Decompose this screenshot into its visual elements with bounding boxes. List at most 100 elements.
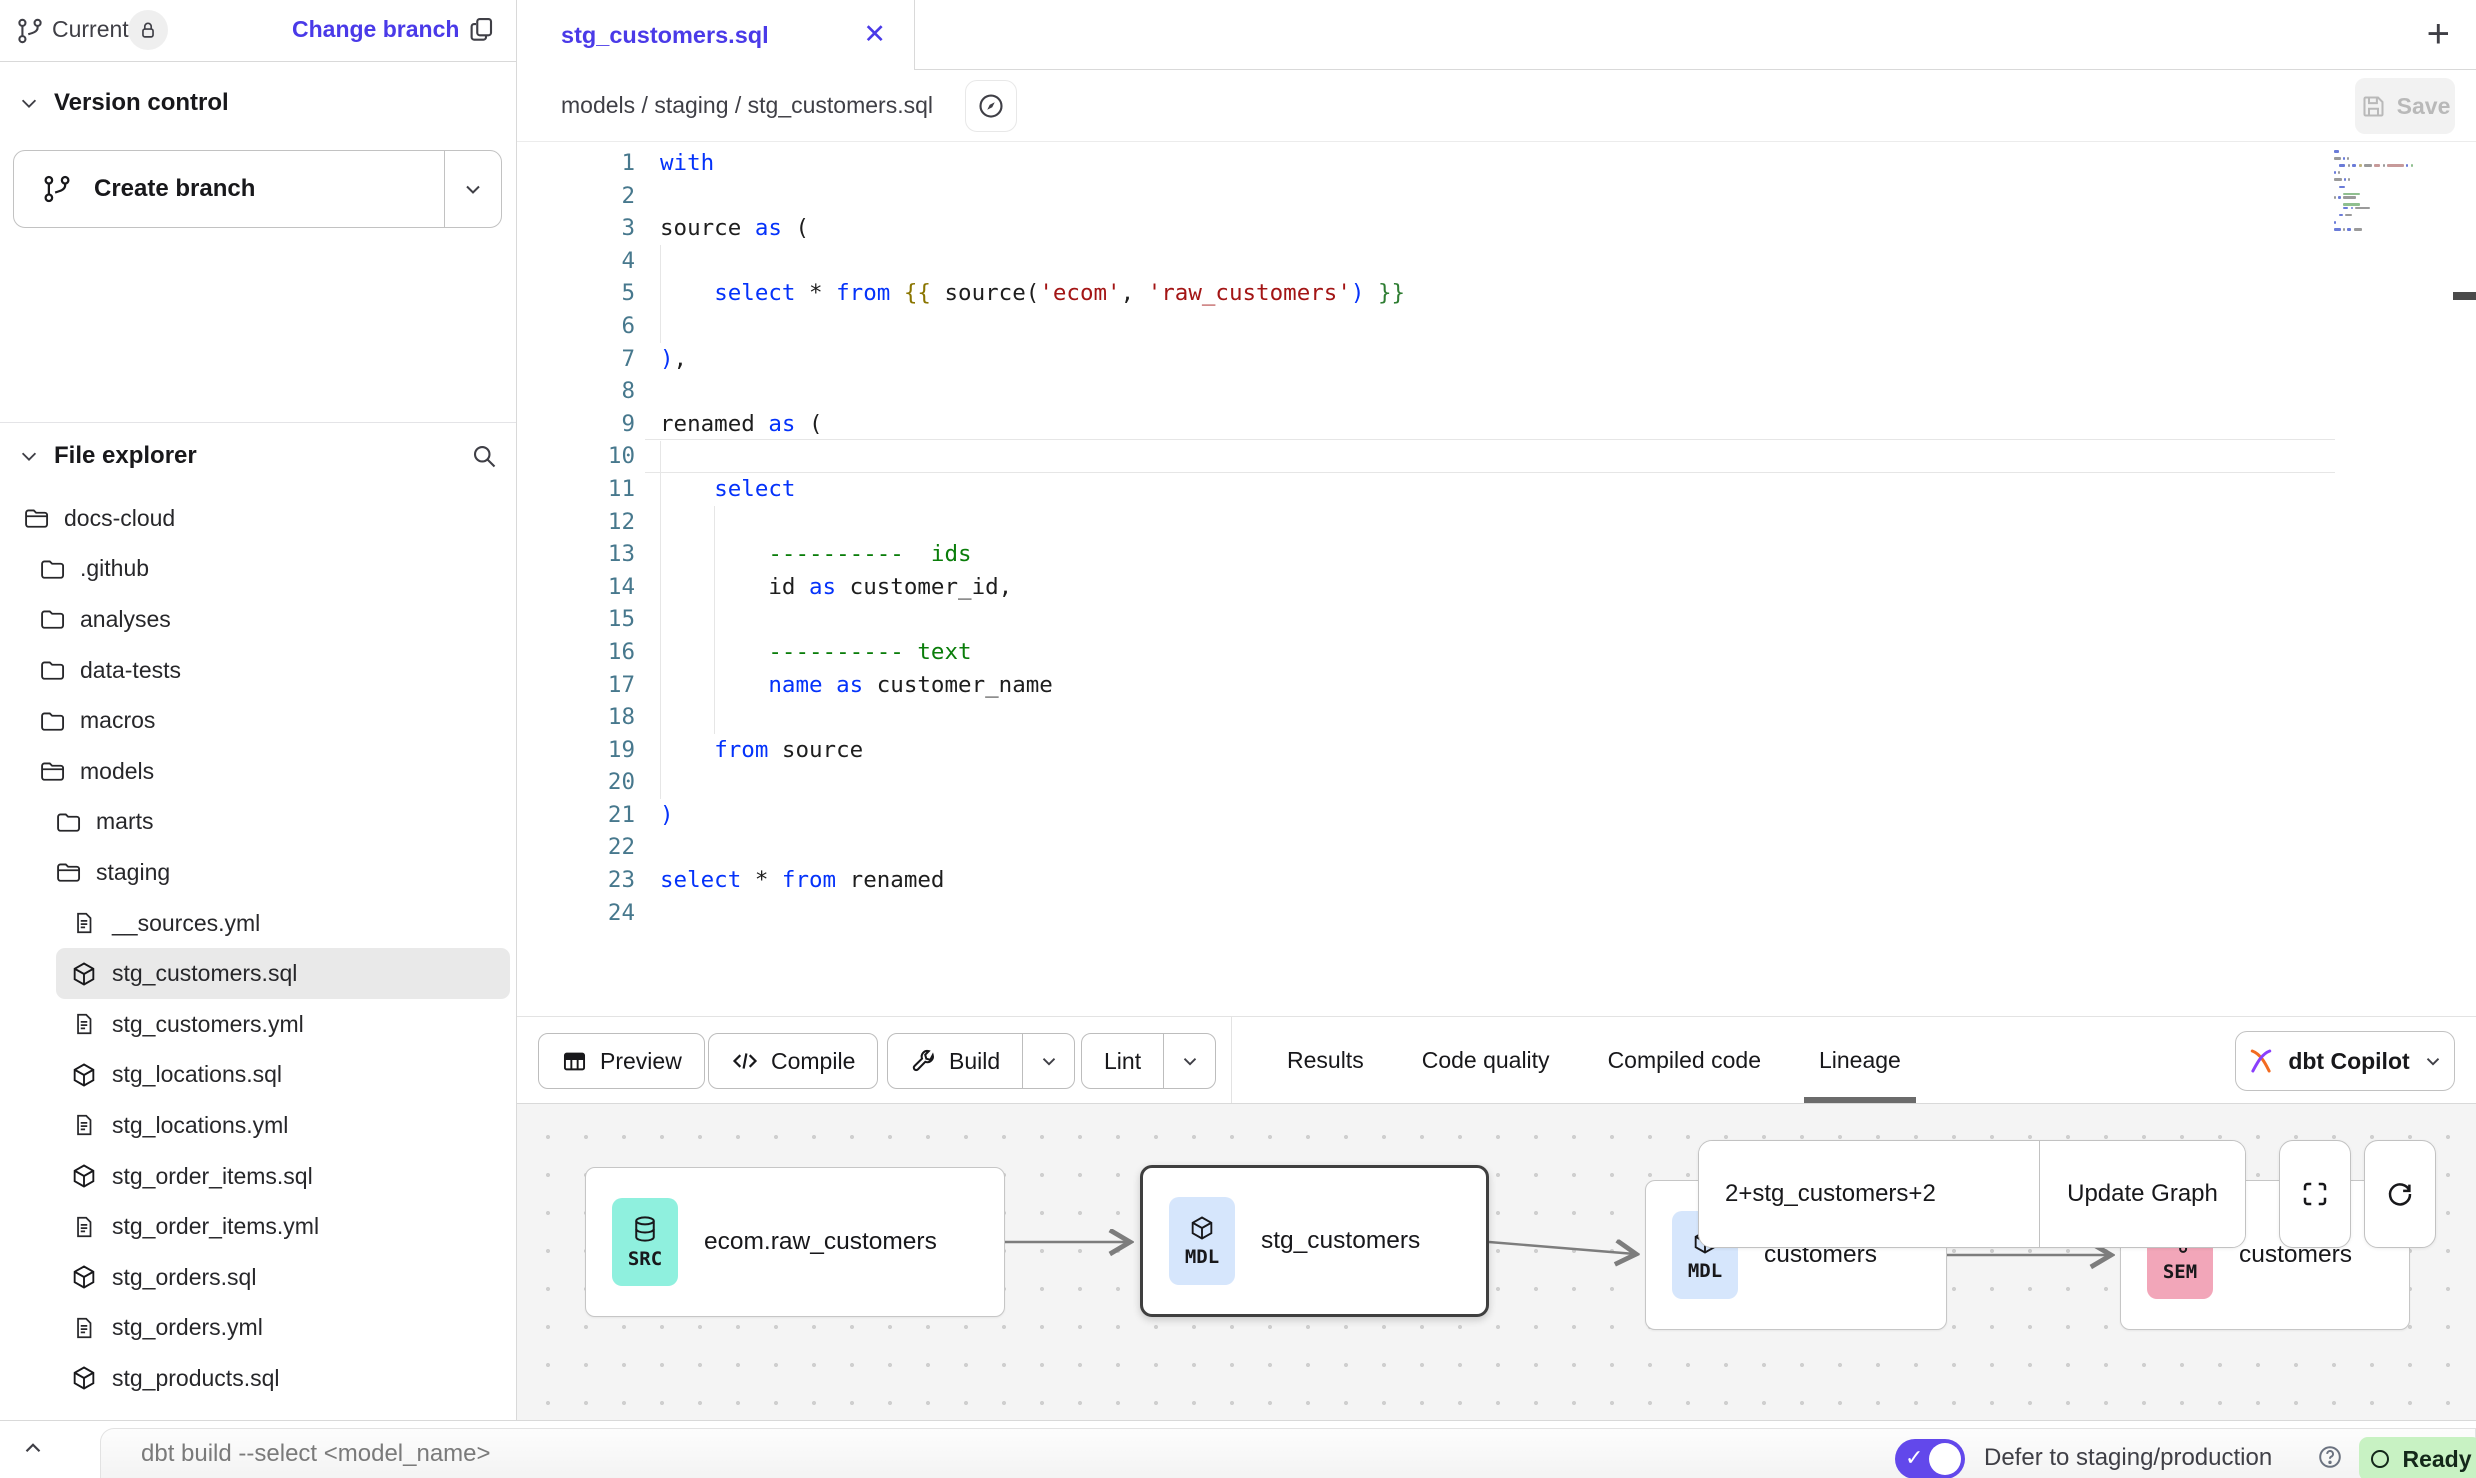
save-icon	[2360, 93, 2387, 120]
minimap[interactable]	[2332, 146, 2450, 242]
update-graph-button[interactable]: Update Graph	[2039, 1141, 2245, 1247]
lint-dropdown[interactable]	[1163, 1034, 1215, 1088]
tab-stg-customers[interactable]: stg_customers.sql ✕	[517, 0, 915, 70]
file-label: docs-cloud	[64, 505, 175, 532]
file-tree-item-stg-products-sql[interactable]: stg_products.sql	[0, 1353, 516, 1404]
new-tab-button[interactable]: +	[2427, 14, 2450, 54]
file-label: staging	[96, 859, 170, 886]
refresh-button[interactable]	[2364, 1140, 2436, 1248]
tab-compiled-code[interactable]: Compiled code	[1608, 1017, 1761, 1103]
code-line[interactable]	[660, 310, 2436, 343]
build-dropdown[interactable]	[1022, 1034, 1074, 1088]
file-tree-item-stg-order-items-sql[interactable]: stg_order_items.sql	[0, 1151, 516, 1202]
code-line[interactable]: id as customer_id,	[660, 571, 2436, 604]
code-line[interactable]	[660, 603, 2436, 636]
code-line[interactable]: select * from {{ source('ecom', 'raw_cus…	[660, 277, 2436, 310]
fullscreen-button[interactable]	[2279, 1140, 2351, 1248]
doc-icon	[70, 1315, 98, 1341]
file-label: stg_locations.sql	[112, 1061, 282, 1088]
tab-results[interactable]: Results	[1287, 1017, 1364, 1103]
cube-icon	[70, 1364, 98, 1392]
copy-icon[interactable]	[466, 14, 496, 44]
code-line[interactable]	[660, 506, 2436, 539]
code-line[interactable]	[660, 245, 2436, 278]
file-tree-item-staging[interactable]: staging	[0, 847, 516, 898]
node-type-badge: SRC	[612, 1198, 678, 1286]
code-editor[interactable]: 123456789101112131415161718192021222324 …	[517, 142, 2476, 1016]
version-control-header[interactable]: Version control	[0, 78, 229, 128]
folder-open-icon	[22, 504, 50, 532]
file-tree-item-stg-locations-yml[interactable]: stg_locations.yml	[0, 1100, 516, 1151]
build-button[interactable]: Build	[887, 1033, 1075, 1089]
search-icon[interactable]	[470, 442, 498, 470]
file-tree-item-marts[interactable]: marts	[0, 797, 516, 848]
code-line[interactable]	[660, 375, 2436, 408]
close-icon[interactable]: ✕	[863, 17, 886, 51]
code-line[interactable]: ),	[660, 343, 2436, 376]
defer-toggle[interactable]: ✓	[1895, 1439, 1965, 1478]
file-tree-item-macros[interactable]: macros	[0, 695, 516, 746]
ready-label: Ready	[2402, 1446, 2471, 1473]
circle-icon	[2368, 1447, 2392, 1471]
code-line[interactable]: name as customer_name	[660, 669, 2436, 702]
create-branch-dropdown[interactable]	[444, 151, 501, 227]
file-tree-item-docs-cloud[interactable]: docs-cloud	[0, 493, 516, 544]
file-tree-item-stg-customers-sql[interactable]: stg_customers.sql	[56, 948, 510, 999]
file-tree-item-data-tests[interactable]: data-tests	[0, 645, 516, 696]
command-input[interactable]	[141, 1435, 1641, 1473]
tab-lineage[interactable]: Lineage	[1819, 1017, 1901, 1103]
scrollbar-thumb[interactable]	[2453, 292, 2476, 300]
code-line[interactable]: renamed as (	[660, 408, 2436, 441]
file-tree-item-stg-customers-yml[interactable]: stg_customers.yml	[0, 999, 516, 1050]
lineage-selector-input[interactable]	[1699, 1141, 2039, 1247]
file-tree-item-stg-order-items-yml[interactable]: stg_order_items.yml	[0, 1201, 516, 1252]
code-line[interactable]	[660, 831, 2436, 864]
node-type-label: MDL	[1688, 1260, 1722, 1282]
table-icon	[561, 1048, 588, 1075]
editor-toolbar: Preview Compile Build	[517, 1016, 2476, 1104]
help-icon[interactable]	[2316, 1443, 2344, 1471]
file-tree-item-stg-orders-sql[interactable]: stg_orders.sql	[0, 1252, 516, 1303]
code-line[interactable]: from source	[660, 734, 2436, 767]
line-number: 1	[517, 147, 635, 180]
file-explorer-header[interactable]: File explorer	[0, 432, 516, 480]
compile-button[interactable]: Compile	[708, 1033, 878, 1089]
file-tree-item-stg-locations-sql[interactable]: stg_locations.sql	[0, 1050, 516, 1101]
code-line[interactable]: select * from renamed	[660, 864, 2436, 897]
dbt-copilot-button[interactable]: dbt Copilot	[2235, 1031, 2455, 1091]
preview-button[interactable]: Preview	[538, 1033, 705, 1089]
file-tree-item--sources-yml[interactable]: __sources.yml	[0, 898, 516, 949]
lineage-panel[interactable]: SRCecom.raw_customersMDLstg_customersMDL…	[517, 1104, 2476, 1420]
file-label: marts	[96, 808, 154, 835]
code-line[interactable]	[660, 440, 2436, 473]
code-line[interactable]: ---------- text	[660, 636, 2436, 669]
chevron-up-icon[interactable]	[20, 1435, 46, 1461]
code-line[interactable]	[660, 897, 2436, 930]
lint-button[interactable]: Lint	[1081, 1033, 1216, 1089]
tab-code-quality[interactable]: Code quality	[1422, 1017, 1550, 1103]
code-line[interactable]: )	[660, 799, 2436, 832]
create-branch-button[interactable]: Create branch	[13, 150, 502, 228]
file-tree-item-stg-orders-yml[interactable]: stg_orders.yml	[0, 1303, 516, 1354]
file-tree-item--github[interactable]: .github	[0, 544, 516, 595]
lineage-node-stg-customers[interactable]: MDLstg_customers	[1140, 1165, 1489, 1317]
code-line[interactable]	[660, 701, 2436, 734]
lineage-node-ecom-raw-customers[interactable]: SRCecom.raw_customers	[585, 1167, 1005, 1317]
code-line[interactable]: with	[660, 147, 2436, 180]
file-tree: docs-cloud .github analyses data-testsmacro…	[0, 493, 516, 1404]
file-tree-item-analyses[interactable]: analyses	[0, 594, 516, 645]
save-button[interactable]: Save	[2355, 78, 2455, 134]
code-line[interactable]: select	[660, 473, 2436, 506]
file-label: stg_locations.yml	[112, 1112, 288, 1139]
file-health-button[interactable]	[965, 80, 1017, 132]
code-line[interactable]: ---------- ids	[660, 538, 2436, 571]
file-label: analyses	[80, 606, 171, 633]
file-tree-item-models[interactable]: models	[0, 746, 516, 797]
cube-icon	[70, 1263, 98, 1291]
change-branch-link[interactable]: Change branch	[292, 16, 459, 43]
code-line[interactable]	[660, 766, 2436, 799]
code-line[interactable]	[660, 180, 2436, 213]
code-icon	[731, 1047, 759, 1075]
code-line[interactable]: source as (	[660, 212, 2436, 245]
node-type-badge: MDL	[1169, 1197, 1235, 1285]
